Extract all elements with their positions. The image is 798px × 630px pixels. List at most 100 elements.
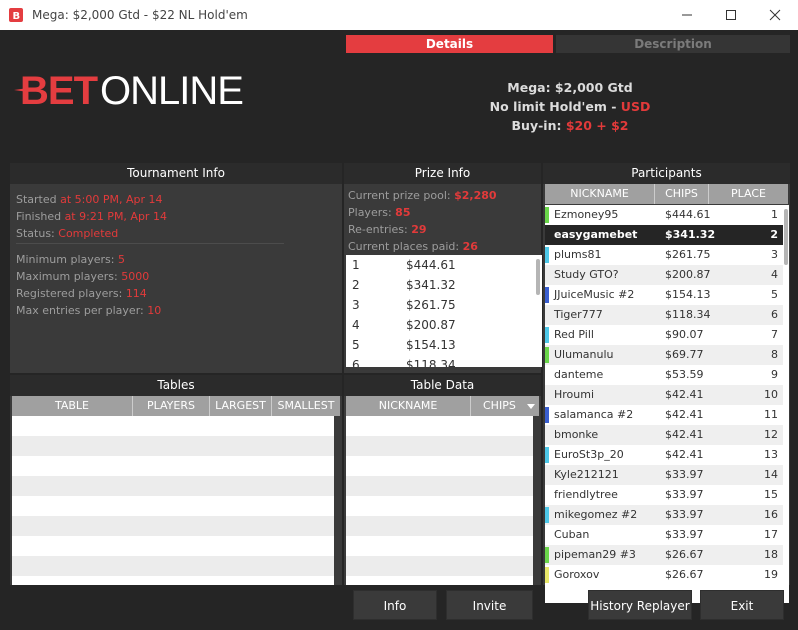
status-line: Status: Completed: [16, 225, 167, 242]
players-value: 85: [395, 206, 411, 219]
participant-row[interactable]: danteme $53.59 9: [545, 365, 783, 385]
participant-place: 2: [770, 228, 778, 241]
participant-place: 1: [771, 208, 778, 221]
participant-nickname: Tiger777: [554, 308, 603, 321]
tab-description[interactable]: Description: [556, 35, 790, 53]
participant-nickname: plums81: [554, 248, 602, 261]
participant-nickname: bmonke: [554, 428, 599, 441]
prize-pool-line: Current prize pool: $2,280: [348, 187, 497, 204]
col-largest[interactable]: LARGEST: [210, 396, 272, 416]
table-data-row: [346, 456, 533, 476]
player-color-marker: [545, 567, 549, 583]
participant-chips: $42.41: [665, 428, 704, 441]
tables-title: Tables: [10, 375, 342, 396]
exit-button[interactable]: Exit: [700, 590, 784, 620]
registered-line: Registered players: 114: [16, 285, 161, 302]
table-row: [12, 516, 334, 536]
info-button[interactable]: Info: [353, 590, 437, 620]
col-smallest[interactable]: SMALLEST: [272, 396, 340, 416]
participant-chips: $33.97: [665, 488, 704, 501]
reentries-value: 29: [411, 223, 427, 236]
participant-row[interactable]: plums81 $261.75 3: [545, 245, 783, 265]
player-color-marker: [545, 247, 549, 263]
logo-bet-text: BET: [20, 69, 98, 112]
participant-chips: $42.41: [665, 408, 704, 421]
participant-row[interactable]: Ulumanulu $69.77 8: [545, 345, 783, 365]
participant-row[interactable]: Red Pill $90.07 7: [545, 325, 783, 345]
participant-row[interactable]: Tiger777 $118.34 6: [545, 305, 783, 325]
participant-row[interactable]: Study GTO? $200.87 4: [545, 265, 783, 285]
table-row: [12, 556, 334, 576]
participant-place: 7: [771, 328, 778, 341]
tournament-info-panel: Tournament Info Started at 5:00 PM, Apr …: [10, 163, 342, 373]
payout-position: 2: [352, 278, 360, 292]
maximize-button[interactable]: [708, 0, 754, 30]
history-replayer-button[interactable]: History Replayer: [588, 590, 692, 620]
participant-row[interactable]: pipeman29 #3 $26.67 18: [545, 545, 783, 565]
table-data-row: [346, 436, 533, 456]
minimize-icon: [682, 14, 692, 16]
participant-nickname: mikegomez #2: [554, 508, 638, 521]
tournament-buyin: Buy-in: $20 + $2: [420, 116, 720, 135]
player-color-marker: [545, 547, 549, 563]
prize-pool-value: $2,280: [454, 189, 497, 202]
participants-scrollbar[interactable]: [784, 209, 788, 265]
participant-row[interactable]: salamanca #2 $42.41 11: [545, 405, 783, 425]
participants-list[interactable]: Goroxov $26.67 19 pipeman29 #3 $26.67 18 Cuban…: [545, 205, 789, 603]
status-label: Status:: [16, 227, 59, 240]
payout-row: 3 $261.75: [346, 295, 542, 315]
participant-row[interactable]: easygamebet $341.32 2: [545, 225, 783, 245]
max-entries-value: 10: [147, 304, 162, 317]
participant-row[interactable]: JJuiceMusic #2 $154.13 5: [545, 285, 783, 305]
participant-row[interactable]: Kyle212121 $33.97 14: [545, 465, 783, 485]
table-data-row: [346, 536, 533, 556]
close-icon: [769, 9, 781, 21]
minimize-button[interactable]: [664, 0, 710, 30]
col-players[interactable]: PLAYERS: [133, 396, 210, 416]
close-button[interactable]: [752, 0, 798, 30]
table-data-list[interactable]: [346, 416, 533, 585]
participant-place: 11: [764, 408, 778, 421]
min-players-label: Minimum players:: [16, 253, 118, 266]
participant-nickname: friendlytree: [554, 488, 618, 501]
places-paid-line: Current places paid: 26: [348, 238, 497, 255]
tables-list[interactable]: [12, 416, 334, 585]
started-line: Started at 5:00 PM, Apr 14: [16, 191, 167, 208]
col-nickname[interactable]: NICKNAME: [545, 184, 655, 204]
prize-info-panel: Prize Info Current prize pool: $2,280 Pl…: [344, 163, 542, 373]
participant-row[interactable]: Ezmoney95 $444.61 1: [545, 205, 783, 225]
participant-nickname: Cuban: [554, 528, 590, 541]
col-chips[interactable]: CHIPS: [655, 184, 709, 204]
payout-amount: $118.34: [406, 358, 456, 367]
participant-row[interactable]: Goroxov $26.67 19: [545, 565, 783, 585]
payout-position: 5: [352, 338, 360, 352]
players-label: Players:: [348, 206, 396, 219]
participant-place: 9: [771, 368, 778, 381]
participant-row[interactable]: EuroSt3p_20 $42.41 13: [545, 445, 783, 465]
payout-list[interactable]: 1 $444.61 2 $341.32 3 $261.75 4 $200.87 5 $15…: [346, 255, 542, 367]
participant-row[interactable]: friendlytree $33.97 15: [545, 485, 783, 505]
reentries-line: Re-entries: 29: [348, 221, 497, 238]
participant-nickname: Ezmoney95: [554, 208, 619, 221]
participant-place: 6: [771, 308, 778, 321]
col-td-nickname[interactable]: NICKNAME: [346, 396, 471, 416]
participant-row[interactable]: Hroumi $42.41 10: [545, 385, 783, 405]
prize-pool-label: Current prize pool:: [348, 189, 455, 202]
col-td-chips[interactable]: CHIPS: [471, 396, 539, 416]
participant-row[interactable]: bmonke $42.41 12: [545, 425, 783, 445]
payout-scrollbar[interactable]: [536, 259, 540, 295]
tournament-game: No limit Hold'em - USD: [420, 97, 720, 116]
tab-details[interactable]: Details: [346, 35, 553, 53]
prize-summary: Current prize pool: $2,280 Players: 85 R…: [348, 187, 497, 255]
participant-nickname: Hroumi: [554, 388, 595, 401]
col-table[interactable]: TABLE: [12, 396, 133, 416]
table-row: [12, 496, 334, 516]
logo-online-text: ONLINE: [100, 69, 243, 112]
participant-row[interactable]: mikegomez #2 $33.97 16: [545, 505, 783, 525]
participant-row[interactable]: Cuban $33.97 17: [545, 525, 783, 545]
participant-chips: $261.75: [665, 248, 711, 261]
participant-place: 15: [764, 488, 778, 501]
invite-button[interactable]: Invite: [446, 590, 533, 620]
col-place[interactable]: PLACE: [709, 184, 788, 204]
participant-chips: $26.67: [665, 548, 704, 561]
